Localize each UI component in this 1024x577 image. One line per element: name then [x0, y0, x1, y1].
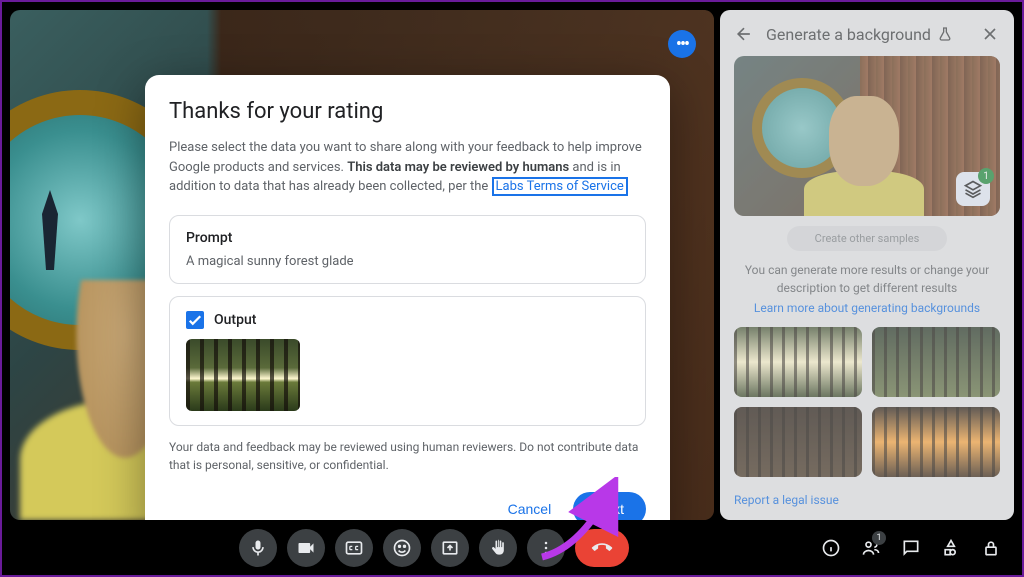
phone-icon	[588, 533, 616, 561]
captions-button[interactable]	[335, 529, 373, 567]
flask-icon	[937, 26, 953, 42]
call-toolbar: 1	[2, 520, 1022, 575]
emoji-icon	[392, 538, 412, 558]
check-icon	[186, 310, 204, 330]
camera-icon	[296, 538, 316, 558]
present-button[interactable]	[431, 529, 469, 567]
background-thumb-3[interactable]	[734, 407, 862, 477]
background-thumb-1[interactable]	[734, 327, 862, 397]
prompt-card: Prompt A magical sunny forest glade	[169, 215, 646, 284]
hand-icon	[488, 538, 508, 558]
generate-background-panel: Generate a background 1 Create other sam…	[720, 10, 1014, 520]
cancel-button[interactable]: Cancel	[494, 493, 566, 521]
present-icon	[440, 538, 460, 558]
tile-more-button[interactable]: •••	[668, 30, 696, 58]
output-thumbnail	[186, 339, 300, 411]
prompt-value: A magical sunny forest glade	[186, 254, 629, 269]
modal-title: Thanks for your rating	[169, 99, 646, 124]
layers-button[interactable]: 1	[956, 172, 990, 206]
labs-tos-link[interactable]: Labs Terms of Service	[492, 177, 628, 196]
create-other-samples-button[interactable]: Create other samples	[787, 226, 947, 251]
cc-icon	[344, 538, 364, 558]
lock-icon	[981, 538, 1001, 558]
prompt-label: Prompt	[186, 230, 629, 246]
modal-disclaimer: Your data and feedback may be reviewed u…	[169, 438, 646, 474]
back-button[interactable]	[734, 24, 754, 44]
report-legal-link[interactable]: Report a legal issue	[734, 493, 839, 507]
end-call-button[interactable]	[575, 529, 629, 567]
background-suggestions	[734, 327, 1000, 477]
close-icon	[980, 24, 1000, 44]
mic-button[interactable]	[239, 529, 277, 567]
info-button[interactable]	[820, 537, 842, 559]
arrow-left-icon	[734, 24, 754, 44]
more-horizontal-icon: •••	[676, 34, 688, 55]
background-thumb-4[interactable]	[872, 407, 1000, 477]
chat-button[interactable]	[900, 537, 922, 559]
reactions-button[interactable]	[383, 529, 421, 567]
background-preview: 1	[734, 56, 1000, 216]
panel-title: Generate a background	[766, 25, 968, 44]
people-count-badge: 1	[872, 531, 886, 545]
rating-modal: Thanks for your rating Please select the…	[145, 75, 670, 520]
background-thumb-2[interactable]	[872, 327, 1000, 397]
close-button[interactable]	[980, 24, 1000, 44]
more-options-button[interactable]	[527, 529, 565, 567]
next-button[interactable]: Next	[573, 492, 646, 521]
learn-more-link[interactable]: Learn more about generating backgrounds	[734, 301, 1000, 315]
more-vertical-icon	[536, 538, 556, 558]
info-icon	[821, 538, 841, 558]
layer-count-badge: 1	[978, 168, 994, 184]
activities-button[interactable]	[940, 537, 962, 559]
output-label: Output	[214, 312, 256, 328]
chat-icon	[901, 538, 921, 558]
people-button[interactable]: 1	[860, 537, 882, 559]
output-card: Output	[169, 296, 646, 426]
video-tile: ••• Thanks for your rating Please select…	[10, 10, 714, 520]
host-controls-button[interactable]	[980, 537, 1002, 559]
camera-button[interactable]	[287, 529, 325, 567]
raise-hand-button[interactable]	[479, 529, 517, 567]
generate-hint: You can generate more results or change …	[734, 261, 1000, 297]
modal-description: Please select the data you want to share…	[169, 138, 646, 197]
mic-icon	[248, 538, 268, 558]
modal-actions: Cancel Next	[169, 492, 646, 521]
output-checkbox[interactable]	[186, 311, 204, 329]
shapes-icon	[941, 538, 961, 558]
